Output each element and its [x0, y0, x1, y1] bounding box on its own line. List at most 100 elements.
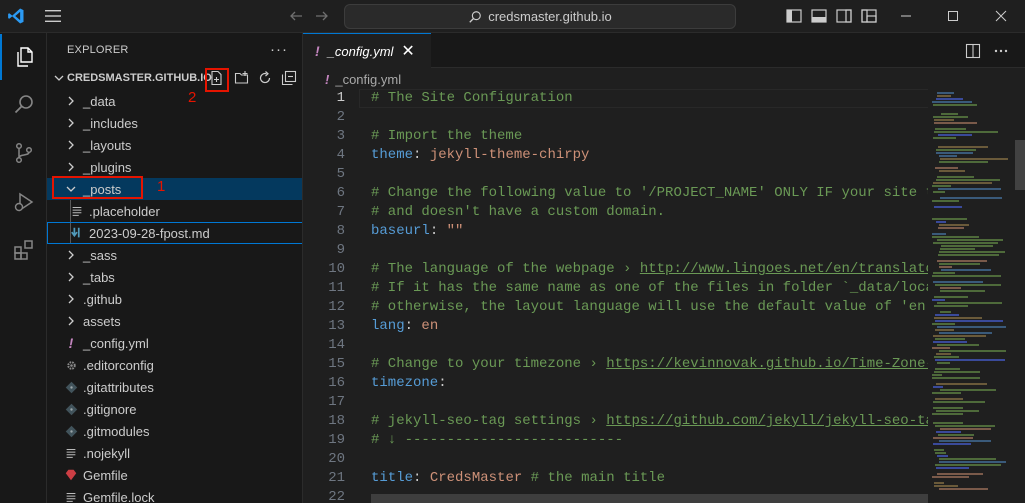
minimap-line [932, 347, 950, 349]
lines-file-icon [63, 445, 79, 461]
more-actions-icon[interactable] [993, 43, 1009, 59]
line-number: 16 [328, 375, 345, 391]
file-item[interactable]: .gitmodules [47, 420, 302, 442]
explorer-activity[interactable] [0, 34, 47, 80]
chevron-right-icon[interactable] [63, 313, 79, 329]
file-item[interactable]: ! _config.yml [47, 332, 302, 354]
line-number: 7 [336, 204, 345, 220]
code-link[interactable]: http://www.lingoes.net/en/translator/lan… [640, 261, 928, 277]
line-text: # and doesn't have a custom domain. [371, 203, 665, 222]
minimap-line [934, 449, 944, 451]
code-token: : [413, 147, 430, 163]
menu-icon[interactable] [44, 9, 62, 23]
chevron-right-icon[interactable] [63, 269, 79, 285]
minimap-line [939, 251, 1005, 253]
line-number: 17 [328, 394, 345, 410]
maximize-icon[interactable] [945, 8, 961, 24]
minimap-line [939, 155, 957, 157]
horizontal-scrollbar[interactable] [371, 494, 928, 503]
minimap-line [935, 368, 960, 370]
close-icon[interactable]: ✕ [401, 41, 414, 61]
folder-item[interactable]: _layouts [47, 134, 302, 156]
minimap-line [933, 104, 977, 106]
folder-item[interactable]: _data [47, 90, 302, 112]
run-debug-activity[interactable] [0, 179, 47, 225]
file-item[interactable]: .editorconfig [47, 354, 302, 376]
folder-item[interactable]: _tabs [47, 266, 302, 288]
git-file-icon [63, 379, 79, 395]
minimap-line [936, 221, 946, 223]
file-item[interactable]: .nojekyll [47, 442, 302, 464]
file-item[interactable]: .gitattributes [47, 376, 302, 398]
minimap-line [940, 197, 1002, 199]
extensions-activity[interactable] [0, 227, 47, 273]
chevron-right-icon[interactable] [63, 93, 79, 109]
minimize-icon[interactable] [898, 8, 914, 24]
collapse-folders-button[interactable] [280, 69, 298, 87]
minimap-line [938, 134, 972, 136]
chevron-right-icon[interactable] [63, 247, 79, 263]
code-token: baseurl [371, 223, 430, 239]
chevron-right-icon[interactable] [63, 137, 79, 153]
code-link[interactable]: https://github.com/jekyll/jekyll-seo-tag… [606, 413, 928, 429]
minimap-line [935, 320, 1003, 322]
customize-layout-icon[interactable] [861, 9, 877, 23]
minimap-line [936, 467, 969, 469]
tree-item-label: .gitattributes [83, 379, 154, 395]
close-window-icon[interactable] [993, 8, 1009, 24]
folder-item[interactable]: .github [47, 288, 302, 310]
new-folder-button[interactable] [233, 69, 251, 87]
more-actions-button[interactable]: ··· [270, 41, 288, 58]
minimap-line [932, 476, 969, 478]
tab-config-yml[interactable]: ! _config.yml ✕ [303, 33, 431, 68]
tree-item-label: 2023-09-28-fpost.md [89, 225, 210, 241]
chevron-right-icon[interactable] [63, 291, 79, 307]
arrow-right-icon[interactable] [314, 8, 330, 24]
code-editor[interactable]: 1 # The Site Configuration 2 3 # Import the … [303, 89, 928, 503]
toggle-panel-icon[interactable] [811, 9, 827, 23]
file-item[interactable]: Gemfile [47, 464, 302, 486]
split-editor-icon[interactable] [965, 43, 981, 59]
minimap-line [935, 398, 963, 400]
minimap-line [939, 161, 988, 163]
file-item[interactable]: .gitignore [47, 398, 302, 420]
minimap-line [933, 335, 986, 337]
file-item[interactable]: 2023-09-28-fpost.md [47, 222, 302, 244]
vertical-scrollbar[interactable] [1012, 90, 1025, 503]
code-line: 8 baseurl: "" [303, 222, 928, 241]
explorer-sidebar: EXPLORER ··· CREDSMASTER.GITHUB.IO 2 _da… [47, 33, 303, 503]
search-activity[interactable] [0, 81, 47, 127]
refresh-explorer-button[interactable] [256, 69, 274, 87]
minimap[interactable] [928, 90, 1012, 503]
line-number: 22 [328, 489, 345, 503]
line-text: lang: en [371, 317, 438, 336]
chevron-right-icon[interactable] [63, 159, 79, 175]
breadcrumb-file[interactable]: _config.yml [335, 72, 401, 87]
line-text: # Import the theme [371, 127, 522, 146]
source-control-activity[interactable] [0, 130, 47, 176]
folder-item[interactable]: _plugins [47, 156, 302, 178]
scrollbar-thumb[interactable] [1015, 140, 1025, 190]
folder-item[interactable]: _includes [47, 112, 302, 134]
arrow-left-icon[interactable] [288, 8, 304, 24]
source-control-icon [15, 142, 32, 164]
code-token: jekyll-theme-chirpy [429, 147, 590, 163]
file-item[interactable]: Gemfile.lock [47, 486, 302, 503]
folder-item[interactable]: assets [47, 310, 302, 332]
folder-item[interactable]: _sass [47, 244, 302, 266]
file-item[interactable]: .placeholder [47, 200, 302, 222]
minimap-line [934, 356, 959, 358]
code-token: # ↓ -------------------------- [371, 432, 624, 448]
toggle-primary-sidebar-icon[interactable] [786, 9, 802, 23]
lines-file-icon [63, 489, 79, 503]
minimap-line [939, 266, 952, 268]
minimap-line [939, 350, 1006, 352]
command-center-search[interactable]: credsmaster.github.io [344, 4, 736, 29]
code-link[interactable]: https://kevinnovak.github.io/Time-Zone-P… [606, 356, 928, 372]
minimap-line [936, 431, 961, 433]
minimap-line [936, 98, 963, 100]
breadcrumb[interactable]: ! _config.yml [303, 68, 1025, 90]
chevron-right-icon[interactable] [63, 115, 79, 131]
toggle-secondary-sidebar-icon[interactable] [836, 9, 852, 23]
minimap-line [932, 323, 955, 325]
